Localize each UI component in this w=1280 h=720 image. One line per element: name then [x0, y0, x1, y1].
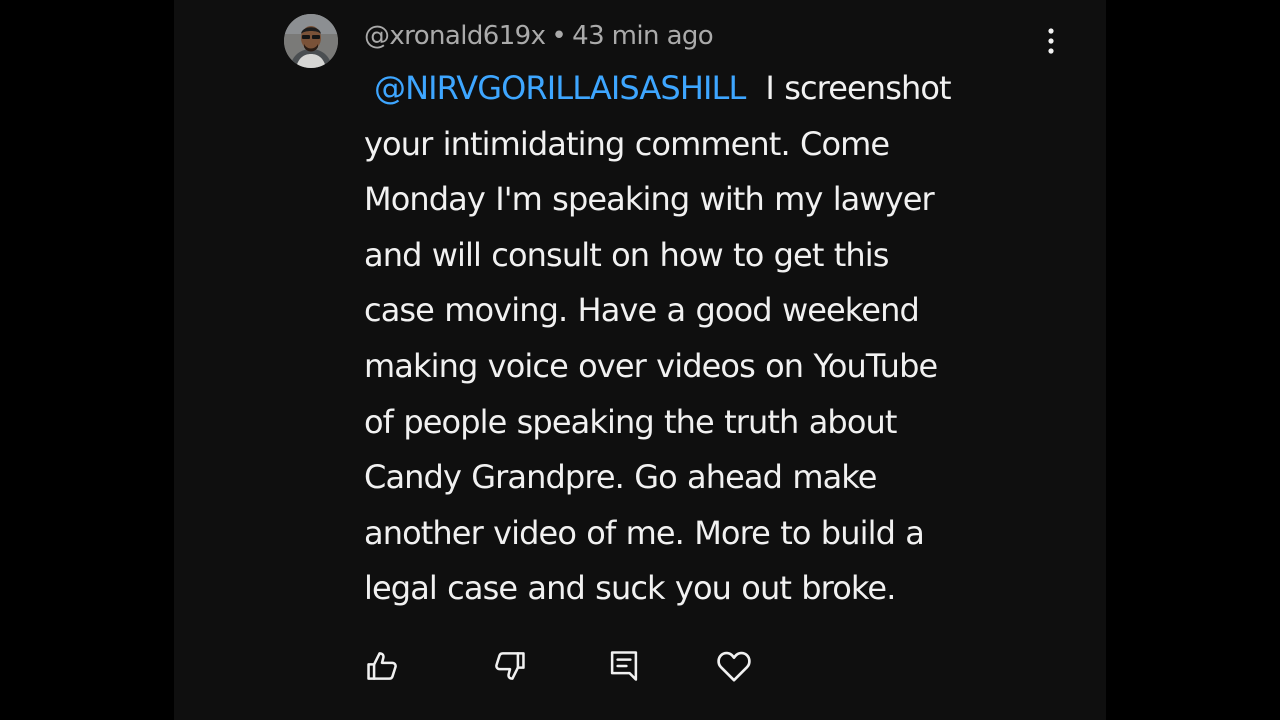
comment-line: legal case and suck you out broke. — [364, 569, 896, 608]
dislike-button[interactable] — [488, 642, 532, 690]
comment-line: Candy Grandpre. Go ahead make — [364, 458, 877, 497]
reply-icon — [610, 651, 638, 681]
avatar-image — [284, 14, 338, 68]
comment-line: making voice over videos on YouTube — [364, 346, 938, 385]
avatar[interactable] — [284, 14, 338, 68]
comment-line: case moving. Have a good weekend — [364, 291, 920, 330]
thumbs-down-icon — [495, 652, 525, 680]
mention-link[interactable]: @NIRVGORILLAISASHILL — [374, 69, 746, 107]
comment-meta: @xronald619x • 43 min ago — [364, 18, 714, 54]
screen-frame: @xronald619x • 43 min ago @NIRVGORILLAISAS… — [0, 0, 1280, 720]
comment-actions — [174, 642, 1106, 690]
more-options-button[interactable] — [1036, 24, 1066, 58]
heart-button[interactable] — [712, 642, 756, 690]
reply-button[interactable] — [602, 642, 646, 690]
comment-line: and will consult on how to get this — [364, 235, 889, 274]
more-vert-icon — [1048, 28, 1054, 54]
comment-line: your intimidating comment. Come — [364, 124, 890, 163]
comment-line: @NIRVGORILLAISASHILL I screenshot — [364, 61, 1054, 117]
comment-line: Monday I'm speaking with my lawyer — [364, 180, 935, 219]
like-button[interactable] — [360, 642, 404, 690]
comment-timestamp[interactable]: 43 min ago — [572, 21, 714, 51]
thumbs-up-icon — [367, 652, 397, 680]
comment-line-text: I screenshot — [765, 69, 951, 107]
comment-line: another video of me. More to build a — [364, 513, 925, 552]
author-handle[interactable]: @xronald619x — [364, 21, 546, 51]
comment-text: @NIRVGORILLAISASHILL I screenshot your in… — [364, 61, 1054, 617]
comment-panel: @xronald619x • 43 min ago @NIRVGORILLAISAS… — [174, 0, 1106, 720]
heart-icon — [717, 651, 751, 682]
meta-separator: • — [551, 21, 567, 51]
comment-line: of people speaking the truth about — [364, 402, 897, 441]
